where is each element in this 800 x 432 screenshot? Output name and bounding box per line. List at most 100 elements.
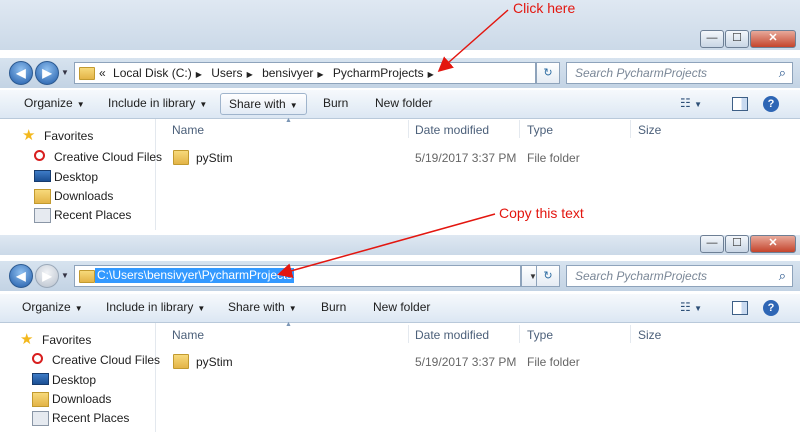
back-arrow-icon: ◀ (16, 66, 26, 80)
favorites-label: Favorites (44, 129, 94, 143)
recent-pages-dropdown[interactable]: ▼ (61, 271, 69, 280)
chevron-right-icon[interactable]: ▶ (196, 70, 202, 79)
share-with-button[interactable]: Share with ▼ (228, 300, 297, 314)
close-button[interactable]: ✕ (750, 30, 796, 48)
search-placeholder: Search PycharmProjects (575, 66, 708, 80)
forward-button[interactable]: ▶ (35, 264, 59, 288)
dropdown-arrow-icon: ▼ (199, 100, 208, 109)
column-divider[interactable] (519, 325, 520, 343)
dropdown-arrow-icon: ▼ (288, 304, 297, 313)
chevron-right-icon[interactable]: ▶ (428, 70, 434, 79)
chevron-right-icon[interactable]: ▶ (317, 70, 323, 79)
include-in-library-button[interactable]: Include in library ▼ (106, 300, 205, 314)
address-bar[interactable]: C:\Users\bensivyer\PycharmProjects (74, 265, 521, 287)
sidebar-favorites[interactable]: ★ Favorites (22, 128, 94, 143)
column-divider[interactable] (408, 325, 409, 343)
folder-icon (173, 150, 189, 165)
forward-arrow-icon: ▶ (42, 269, 52, 283)
search-icon[interactable]: ⌕ (779, 268, 786, 284)
sidebar-item-label: Recent Places (54, 208, 132, 222)
navigation-pane: ★ Favorites Creative Cloud Files Desktop… (0, 323, 160, 432)
share-with-button[interactable]: Share with ▼ (220, 93, 307, 115)
file-name[interactable]: pyStim (196, 151, 233, 165)
creative-cloud-icon (32, 353, 43, 364)
change-view-icon[interactable]: ☷ ▼ (680, 96, 702, 110)
sidebar-item-label: Desktop (54, 170, 99, 184)
help-icon[interactable]: ? (763, 96, 779, 112)
sidebar-item-creative-cloud-files[interactable]: Creative Cloud Files (34, 150, 162, 164)
preview-pane-icon[interactable] (732, 301, 748, 315)
column-header-date-modified[interactable]: Date modified (415, 123, 489, 137)
new-folder-button[interactable]: New folder (373, 300, 430, 314)
include-in-library-button[interactable]: Include in library ▼ (108, 96, 207, 110)
navigation-bar: ◀ ▶ ▼ « Local Disk (C:) ▶ Users ▶ bensivye… (0, 58, 800, 88)
share-with-label: Share with (229, 97, 286, 111)
annotation-copy-text: Copy this text (499, 205, 584, 221)
folder-icon (173, 354, 189, 369)
column-header-name[interactable]: Name (172, 123, 204, 137)
search-icon[interactable]: ⌕ (779, 65, 786, 81)
sidebar-item-desktop[interactable]: Desktop (32, 373, 96, 387)
refresh-button[interactable]: ↻ (536, 265, 560, 287)
minimize-button[interactable]: — (700, 235, 724, 253)
back-button[interactable]: ◀ (9, 264, 33, 288)
organize-label: Organize (22, 300, 71, 314)
breadcrumb-pycharmprojects[interactable]: PycharmProjects (333, 66, 424, 80)
address-bar[interactable]: « Local Disk (C:) ▶ Users ▶ bensivyer ▶ Pyc… (74, 62, 536, 84)
breadcrumb-users[interactable]: Users (211, 66, 242, 80)
chevron-right-icon[interactable]: ▶ (247, 70, 253, 79)
downloads-folder-icon (34, 189, 51, 204)
title-bar[interactable]: — ☐ ✕ (0, 235, 800, 255)
column-divider[interactable] (630, 120, 631, 138)
breadcrumb-overflow[interactable]: « (99, 66, 106, 80)
sidebar-favorites[interactable]: ★ Favorites (20, 332, 91, 347)
column-divider[interactable] (630, 325, 631, 343)
breadcrumb-local-disk[interactable]: Local Disk (C:) (113, 66, 192, 80)
breadcrumb-bensivyer[interactable]: bensivyer (262, 66, 313, 80)
sidebar-item-desktop[interactable]: Desktop (34, 170, 99, 184)
command-bar: Organize ▼ Include in library ▼ Share with… (0, 90, 800, 119)
column-header-date-modified[interactable]: Date modified (415, 328, 489, 342)
maximize-button[interactable]: ☐ (725, 30, 749, 48)
recent-places-icon (32, 411, 49, 426)
sidebar-item-creative-cloud-files[interactable]: Creative Cloud Files (32, 353, 160, 367)
column-header-type[interactable]: Type (527, 328, 553, 342)
burn-button[interactable]: Burn (321, 300, 346, 314)
burn-button[interactable]: Burn (323, 96, 348, 110)
address-path-text[interactable]: C:\Users\bensivyer\PycharmProjects (95, 268, 295, 283)
close-button[interactable]: ✕ (750, 235, 796, 253)
dropdown-arrow-icon: ▼ (74, 304, 83, 313)
organize-button[interactable]: Organize ▼ (24, 96, 85, 110)
sidebar-item-downloads[interactable]: Downloads (32, 392, 112, 407)
refresh-button[interactable]: ↻ (536, 62, 560, 84)
sidebar-item-recent-places[interactable]: Recent Places (34, 208, 132, 223)
dropdown-arrow-icon: ▼ (197, 304, 206, 313)
recent-pages-dropdown[interactable]: ▼ (61, 68, 69, 77)
column-divider[interactable] (408, 120, 409, 138)
maximize-button[interactable]: ☐ (725, 235, 749, 253)
search-box[interactable]: Search PycharmProjects ⌕ (566, 265, 793, 287)
search-box[interactable]: Search PycharmProjects ⌕ (566, 62, 793, 84)
change-view-icon[interactable]: ☷ ▼ (680, 300, 702, 314)
organize-button[interactable]: Organize ▼ (22, 300, 83, 314)
back-button[interactable]: ◀ (9, 61, 33, 85)
new-folder-button[interactable]: New folder (375, 96, 432, 110)
refresh-icon: ↻ (543, 67, 553, 79)
sidebar-item-label: Downloads (54, 189, 114, 203)
column-header-type[interactable]: Type (527, 123, 553, 137)
column-header-size[interactable]: Size (638, 328, 661, 342)
file-name[interactable]: pyStim (196, 355, 233, 369)
column-header-size[interactable]: Size (638, 123, 661, 137)
help-icon[interactable]: ? (763, 300, 779, 316)
forward-button[interactable]: ▶ (35, 61, 59, 85)
minimize-button[interactable]: — (700, 30, 724, 48)
column-header-name[interactable]: Name (172, 328, 204, 342)
sidebar-item-label: Downloads (52, 392, 112, 406)
sidebar-item-downloads[interactable]: Downloads (34, 189, 114, 204)
column-divider[interactable] (519, 120, 520, 138)
preview-pane-icon[interactable] (732, 97, 748, 111)
breadcrumb[interactable]: « Local Disk (C:) ▶ Users ▶ bensivyer ▶ Pyc… (99, 65, 440, 83)
explorer-window-bottom: — ☐ ✕ ◀ ▶ ▼ C:\Users\bensivyer\PycharmPr… (0, 235, 800, 432)
sidebar-item-recent-places[interactable]: Recent Places (32, 411, 129, 426)
title-bar[interactable]: — ☐ ✕ (0, 0, 800, 50)
